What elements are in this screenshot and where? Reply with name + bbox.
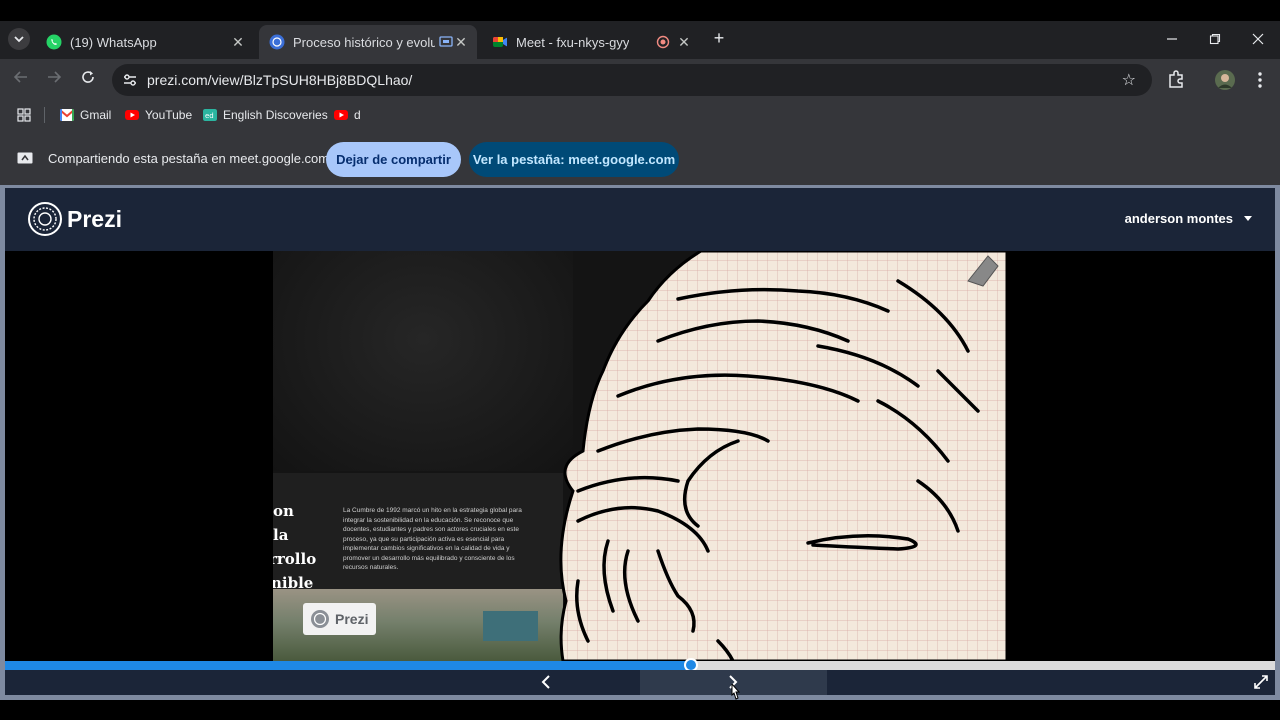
- progress-fill: [5, 661, 691, 670]
- arrow-left-icon: [13, 71, 27, 83]
- extensions-icon[interactable]: [1165, 69, 1187, 91]
- bookmark-gmail[interactable]: Gmail: [60, 107, 111, 123]
- close-window-button[interactable]: [1246, 28, 1270, 52]
- minimize-button[interactable]: [1160, 28, 1184, 52]
- chevron-down-icon: [14, 36, 24, 43]
- head-sketch-illustration: [559, 251, 1007, 661]
- youtube-icon: [334, 110, 348, 120]
- tab-label: Proceso histórico y evolució: [293, 34, 435, 50]
- recording-icon: [656, 35, 670, 49]
- prezi-logo-text[interactable]: Prezi: [67, 206, 122, 233]
- share-status-text: Compartiendo esta pestaña en meet.google…: [48, 151, 330, 166]
- prezi-badge-label: Prezi: [335, 611, 369, 627]
- slide-title-line: rrollo: [273, 550, 317, 568]
- svg-text:ed: ed: [205, 112, 214, 120]
- close-icon: [1252, 33, 1264, 45]
- tab-label: Meet - fxu-nkys-gyy: [516, 34, 630, 50]
- view-tab-button[interactable]: Ver la pestaña: meet.google.com: [469, 142, 679, 177]
- bookmark-star-icon[interactable]: ☆: [1122, 70, 1136, 90]
- bookmark-youtube[interactable]: YouTube: [125, 107, 192, 123]
- user-menu-name[interactable]: anderson montes: [1125, 211, 1233, 226]
- slide-title-line: on la: [273, 502, 294, 544]
- bookmarks-divider: [44, 107, 45, 123]
- avatar[interactable]: [1214, 69, 1236, 91]
- progress-track[interactable]: [5, 658, 1275, 672]
- prezi-icon: [269, 34, 285, 50]
- mouse-cursor-icon: [731, 684, 741, 700]
- close-icon[interactable]: ✕: [676, 34, 692, 50]
- site-settings-icon[interactable]: [122, 72, 138, 88]
- address-bar[interactable]: prezi.com/view/BlzTpSUH8HBj8BDQLhao/ ☆: [112, 64, 1152, 96]
- chevron-left-icon: [541, 675, 550, 689]
- prezi-logo-icon[interactable]: [27, 201, 63, 237]
- bookmark-label: Gmail: [80, 108, 112, 122]
- slide-paragraph: La Cumbre de 1992 marcó un hito en la es…: [343, 507, 522, 571]
- close-icon[interactable]: ✕: [453, 34, 469, 50]
- bookmark-label: YouTube: [145, 108, 193, 122]
- apps-grid-icon[interactable]: [17, 108, 31, 122]
- url-text[interactable]: prezi.com/view/BlzTpSUH8HBj8BDQLhao/: [147, 72, 412, 88]
- minimize-icon: [1167, 38, 1177, 40]
- tab-prezi[interactable]: Proceso histórico y evolució ✕: [259, 25, 477, 59]
- screen: (19) WhatsApp ✕ Proceso histórico y evol…: [0, 0, 1280, 720]
- close-icon[interactable]: ✕: [230, 34, 246, 50]
- reload-icon: [82, 71, 94, 83]
- restore-button[interactable]: [1203, 28, 1227, 52]
- meet-icon: [493, 37, 507, 47]
- bookmark-english-discoveries[interactable]: ed English Discoveries: [203, 107, 328, 123]
- tab-meet[interactable]: Meet - fxu-nkys-gyy ✕: [482, 25, 700, 59]
- present-screen-icon: [17, 152, 33, 164]
- tab-search-button[interactable]: [8, 28, 30, 50]
- prezi-logo-icon: [311, 610, 329, 628]
- tab-share-bar: Compartiendo esta pestaña en meet.google…: [0, 129, 1280, 185]
- slide: on la rrollo nible La Cumbre de 1992 mar…: [273, 251, 1007, 661]
- english-discoveries-icon: ed: [203, 109, 217, 121]
- tab-label: (19) WhatsApp: [70, 34, 157, 50]
- fullscreen-icon[interactable]: [1253, 674, 1269, 690]
- restore-icon: [1209, 33, 1221, 45]
- photo-board: [483, 611, 538, 641]
- back-button[interactable]: [10, 69, 32, 91]
- previous-step-button[interactable]: [535, 672, 557, 694]
- forward-button[interactable]: [43, 69, 65, 91]
- new-tab-button[interactable]: +: [709, 28, 729, 48]
- bookmark-label: English Discoveries: [223, 108, 328, 122]
- bookmark-d[interactable]: d: [334, 107, 361, 123]
- arrow-right-icon: [48, 71, 62, 83]
- presentation-stage[interactable]: on la rrollo nible La Cumbre de 1992 mar…: [5, 251, 1275, 661]
- bookmarks-bar: Gmail YouTube ed English Discoveries d: [0, 101, 1280, 129]
- browser-toolbar: prezi.com/view/BlzTpSUH8HBj8BDQLhao/ ☆: [0, 59, 1280, 101]
- screen-share-icon: [439, 36, 453, 47]
- slide-title: on la rrollo nible: [273, 499, 317, 595]
- page-content: Prezi anderson montes on la rrollo nible…: [0, 185, 1280, 700]
- more-menu-icon[interactable]: [1249, 69, 1271, 91]
- caret-down-icon[interactable]: [1244, 216, 1252, 221]
- slide-background: [273, 251, 573, 471]
- prezi-header: Prezi anderson montes: [5, 188, 1275, 251]
- whatsapp-icon: [46, 34, 62, 50]
- tab-strip: (19) WhatsApp ✕ Proceso histórico y evol…: [0, 21, 1280, 59]
- playback-controls: [5, 670, 1275, 695]
- stop-sharing-button[interactable]: Dejar de compartir: [326, 142, 461, 177]
- prezi-badge: Prezi: [303, 603, 376, 635]
- reload-button[interactable]: [77, 69, 99, 91]
- bookmark-label: d: [354, 108, 361, 122]
- tab-whatsapp[interactable]: (19) WhatsApp ✕: [36, 25, 254, 59]
- youtube-icon: [125, 110, 139, 120]
- gmail-icon: [60, 109, 74, 121]
